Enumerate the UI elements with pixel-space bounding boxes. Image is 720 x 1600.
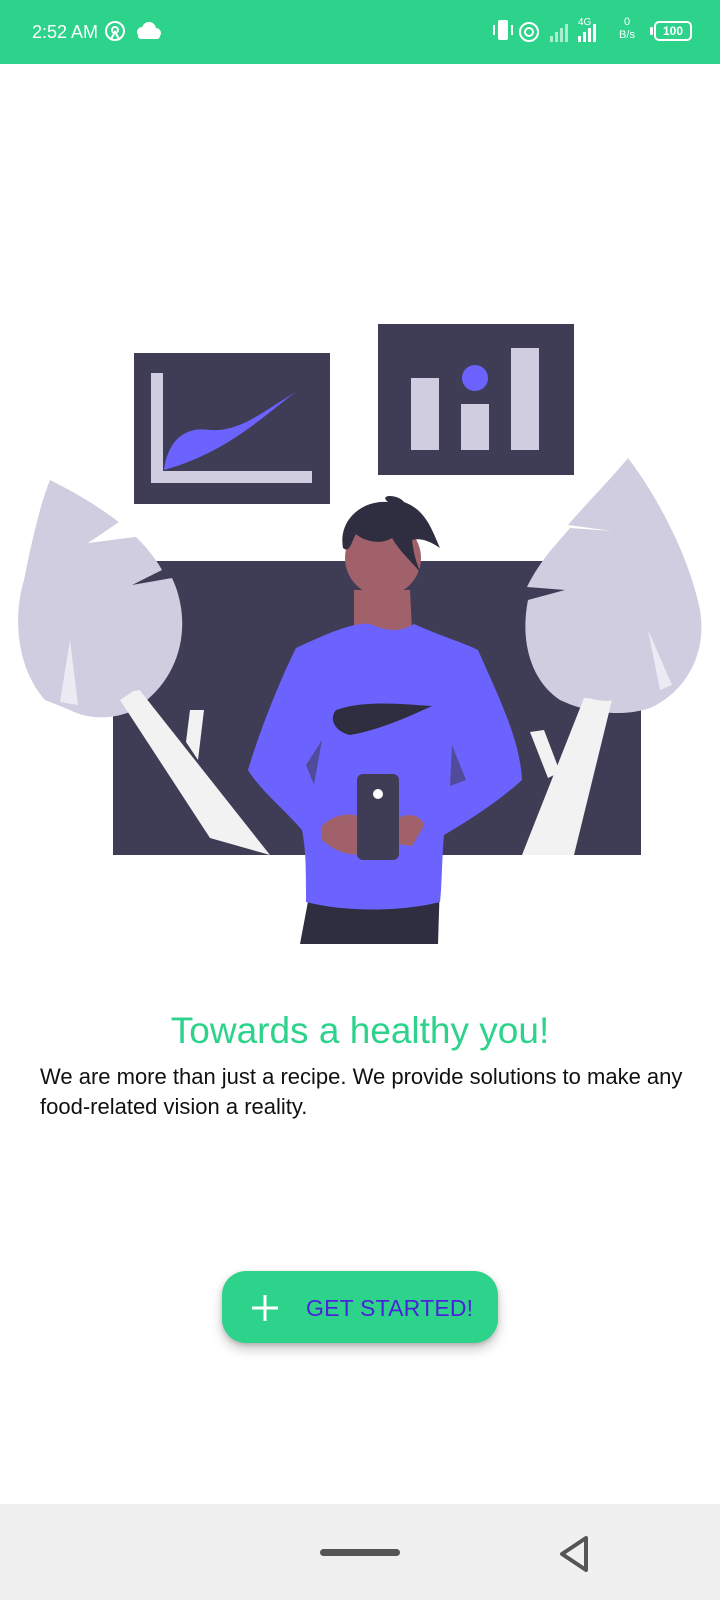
- status-right-icons: 4G: [493, 17, 596, 42]
- plus-icon: [252, 1295, 278, 1321]
- get-started-button[interactable]: GET STARTED!: [222, 1271, 498, 1343]
- network-speed-unit: B/s: [619, 29, 635, 41]
- battery-level: 100: [662, 24, 684, 38]
- network-speed: 0 B/s: [612, 16, 642, 42]
- status-bar: 2:52 AM 4G 0 B/s 100: [0, 0, 720, 64]
- signal-icon: [550, 24, 568, 42]
- svg-text:4G: 4G: [578, 17, 592, 28]
- get-started-label: GET STARTED!: [306, 1295, 474, 1321]
- onboarding-headline: Towards a healthy you!: [170, 1010, 550, 1051]
- cloud-icon: [137, 22, 161, 39]
- status-left-icons: [105, 21, 161, 41]
- status-time: 2:52 AM: [32, 22, 99, 42]
- vibrate-icon: [493, 20, 513, 40]
- system-nav-bar: [0, 1504, 720, 1600]
- battery-icon: 100: [650, 21, 692, 41]
- bar-chart-board: [378, 324, 574, 475]
- signal-4g-icon: 4G: [578, 17, 596, 42]
- phone-in-hand: [357, 774, 399, 860]
- onboarding-illustration: [18, 324, 702, 944]
- hotspot-icon: [105, 21, 125, 41]
- back-icon[interactable]: [556, 1534, 592, 1574]
- network-speed-value: 0: [623, 16, 631, 28]
- wifi-calling-icon: [519, 22, 539, 42]
- onboarding-description: We are more than just a recipe. We provi…: [40, 1064, 683, 1119]
- home-pill[interactable]: [320, 1549, 400, 1556]
- line-chart-board: [134, 353, 330, 504]
